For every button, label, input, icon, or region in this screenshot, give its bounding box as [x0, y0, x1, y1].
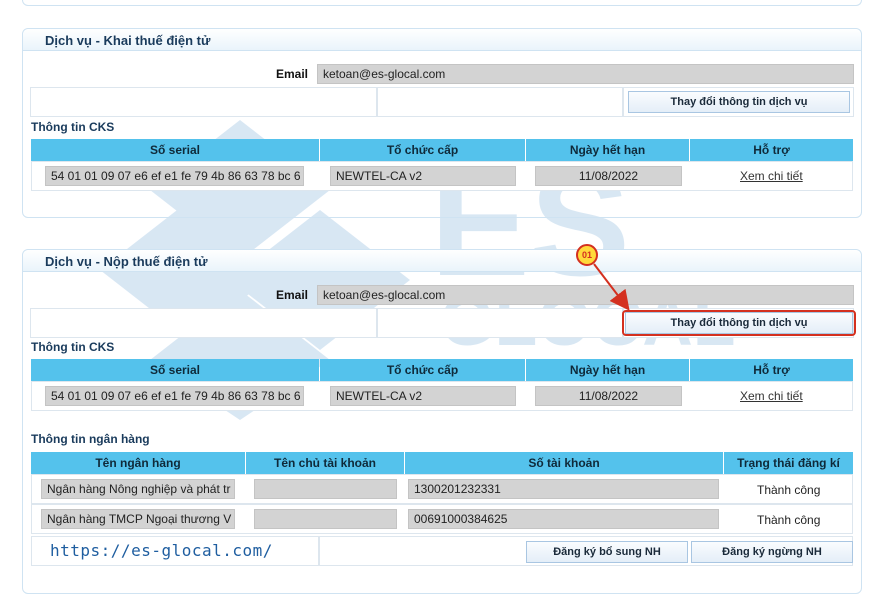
bank-name-field: Ngân hàng TMCP Ngoại thương V	[41, 509, 235, 529]
view-details-link[interactable]: Xem chi tiết	[740, 389, 803, 403]
view-details-link[interactable]: Xem chi tiết	[740, 169, 803, 183]
cks-section-title: Thông tin CKS	[31, 120, 115, 134]
column-header-account-owner: Tên chủ tài khoản	[246, 452, 404, 474]
expiry-field: 11/08/2022	[535, 386, 682, 406]
cks-section-title: Thông tin CKS	[31, 340, 115, 354]
column-header-expiry: Ngày hết hạn	[526, 359, 689, 381]
highlight-box	[622, 310, 856, 336]
column-header-account-number: Số tài khoản	[405, 452, 723, 474]
column-header-registration-status: Trạng thái đăng kí	[724, 452, 853, 474]
email-label: Email	[276, 288, 309, 302]
serial-field: 54 01 01 09 07 e6 ef e1 fe 79 4b 86 63 7…	[45, 166, 304, 186]
account-number-field: 00691000384625	[408, 509, 719, 529]
column-header-issuer: Tổ chức cấp	[320, 359, 525, 381]
account-owner-field	[254, 479, 397, 499]
add-bank-button[interactable]: Đăng ký bổ sung NH	[526, 541, 688, 563]
site-url-watermark: https://es-glocal.com/	[50, 541, 273, 560]
panel-header: Dịch vụ - Nộp thuế điện tử	[23, 250, 861, 272]
email-field: ketoan@es-glocal.com	[317, 285, 854, 305]
registration-status: Thành công	[757, 483, 821, 497]
change-service-info-button[interactable]: Thay đổi thông tin dịch vụ	[628, 91, 850, 113]
panel-title: Dịch vụ - Nộp thuế điện tử	[45, 254, 208, 269]
empty-cell	[30, 308, 377, 338]
column-header-expiry: Ngày hết hạn	[526, 139, 689, 161]
panel-title: Dịch vụ - Khai thuế điện tử	[45, 33, 211, 48]
empty-cell	[30, 87, 377, 117]
account-number-field: 1300201232331	[408, 479, 719, 499]
issuer-field: NEWTEL-CA v2	[330, 386, 516, 406]
previous-panel-edge	[22, 0, 862, 6]
issuer-field: NEWTEL-CA v2	[330, 166, 516, 186]
empty-cell	[377, 308, 623, 338]
column-header-issuer: Tổ chức cấp	[320, 139, 525, 161]
step-number-badge: 01	[576, 244, 598, 266]
empty-cell	[377, 87, 623, 117]
email-field: ketoan@es-glocal.com	[317, 64, 854, 84]
bank-section-title: Thông tin ngân hàng	[31, 432, 150, 446]
registration-status: Thành công	[757, 513, 821, 527]
email-label: Email	[276, 67, 309, 81]
serial-field: 54 01 01 09 07 e6 ef e1 fe 79 4b 86 63 7…	[45, 386, 304, 406]
column-header-serial: Số serial	[31, 359, 319, 381]
column-header-serial: Số serial	[31, 139, 319, 161]
panel-header: Dịch vụ - Khai thuế điện tử	[23, 29, 861, 51]
column-header-support: Hỗ trợ	[690, 359, 853, 381]
column-header-support: Hỗ trợ	[690, 139, 853, 161]
account-owner-field	[254, 509, 397, 529]
expiry-field: 11/08/2022	[535, 166, 682, 186]
bank-name-field: Ngân hàng Nông nghiệp và phát tr	[41, 479, 235, 499]
column-header-bank-name: Tên ngân hàng	[31, 452, 245, 474]
stop-bank-button[interactable]: Đăng ký ngừng NH	[691, 541, 853, 563]
